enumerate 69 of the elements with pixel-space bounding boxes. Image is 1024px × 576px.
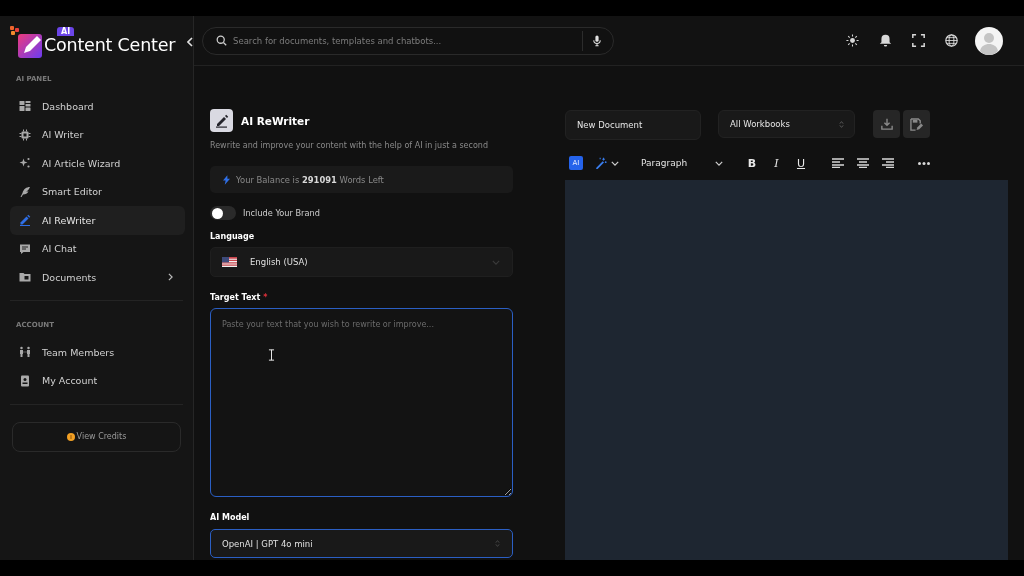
field-label: Target Text * xyxy=(210,292,269,304)
sparkles-icon xyxy=(19,157,31,170)
save-edit-icon xyxy=(910,117,923,131)
sidebar-item[interactable]: Smart Editor xyxy=(10,177,185,206)
target-text-field[interactable]: Paste your text that you wish to rewrite or improve... xyxy=(210,308,513,497)
text-cursor-icon xyxy=(268,349,275,361)
more-icon[interactable] xyxy=(918,161,930,165)
avatar-icon[interactable] xyxy=(975,26,1003,55)
format-button[interactable]: I xyxy=(769,154,784,172)
magic-wand-icon[interactable] xyxy=(595,157,607,169)
balance-text: Your Balance is 291091 Words Left xyxy=(236,174,384,185)
search-field[interactable]: Search for documents, templates and chatbots... xyxy=(202,26,614,55)
sidebar-item[interactable]: AI Chat xyxy=(10,234,185,263)
sun-icon[interactable] xyxy=(846,34,859,47)
page-title: AI ReWriter xyxy=(241,114,310,127)
coin-icon xyxy=(66,432,75,441)
align-left-icon[interactable] xyxy=(832,158,844,168)
sidebar-item[interactable]: Team Members xyxy=(10,338,185,367)
save-document-button[interactable] xyxy=(903,110,930,138)
folder-icon xyxy=(19,271,31,284)
logo-text: Content Center xyxy=(44,36,176,55)
chevron-down-icon xyxy=(492,259,500,265)
dashboard-grid-icon xyxy=(19,100,31,113)
collapse-chevron-icon[interactable] xyxy=(187,37,193,47)
page-subtitle: Rewrite and improve your content with the help of AI in just a second xyxy=(210,140,489,152)
pencil-icon xyxy=(19,214,31,227)
download-icon xyxy=(880,118,893,130)
format-button[interactable]: U xyxy=(794,154,808,172)
sidebar-item[interactable]: AI Article Wizard xyxy=(10,149,185,178)
sidebar-item[interactable]: Documents xyxy=(10,263,185,292)
sidebar-item[interactable]: My Account xyxy=(10,366,185,395)
logo-icon xyxy=(10,26,44,58)
chip-icon xyxy=(19,128,31,141)
feather-icon xyxy=(19,185,31,198)
view-credits-button[interactable]: View Credits xyxy=(12,421,181,452)
align-right-icon[interactable] xyxy=(882,158,894,168)
sidebar-item[interactable]: AI Writer xyxy=(10,120,185,149)
language-select[interactable]: English (USA) xyxy=(210,247,513,277)
chevron-right-icon xyxy=(168,273,173,282)
sidebar-item[interactable]: AI ReWriter xyxy=(10,206,185,235)
toggle-label: Include Your Brand xyxy=(243,208,320,218)
search-icon xyxy=(216,35,227,46)
field-label: Language xyxy=(210,231,256,243)
document-name-field[interactable]: New Document xyxy=(565,110,701,140)
brand-toggle[interactable] xyxy=(210,206,236,220)
up-down-arrows-icon xyxy=(495,539,500,548)
download-button[interactable] xyxy=(873,110,900,138)
search-input[interactable]: Search for documents, templates and chatbots... xyxy=(233,35,576,46)
sidebar-item[interactable]: Dashboard xyxy=(10,92,185,121)
id-card-icon xyxy=(19,374,31,387)
us-flag-icon xyxy=(222,257,237,267)
microphone-icon[interactable] xyxy=(593,34,601,47)
chevron-down-icon xyxy=(715,160,723,166)
field-label: AI Model xyxy=(210,512,251,524)
people-icon xyxy=(19,346,31,359)
block-format-dropdown[interactable]: Paragraph xyxy=(641,154,725,172)
pencil-icon xyxy=(210,109,233,132)
fullscreen-icon[interactable] xyxy=(912,34,925,47)
logo-badge: AI xyxy=(57,27,75,36)
chat-icon xyxy=(19,242,31,255)
workbook-select[interactable]: All Workbooks xyxy=(718,110,855,138)
ai-model-select[interactable]: OpenAI | GPT 4o mini xyxy=(210,529,513,558)
up-down-arrows-icon xyxy=(839,119,844,129)
lightning-icon xyxy=(223,174,230,185)
bell-icon[interactable] xyxy=(879,34,892,47)
format-button[interactable]: B xyxy=(745,154,759,172)
chevron-down-icon[interactable] xyxy=(611,160,619,166)
align-center-icon[interactable] xyxy=(857,158,869,168)
globe-icon[interactable] xyxy=(945,34,958,47)
